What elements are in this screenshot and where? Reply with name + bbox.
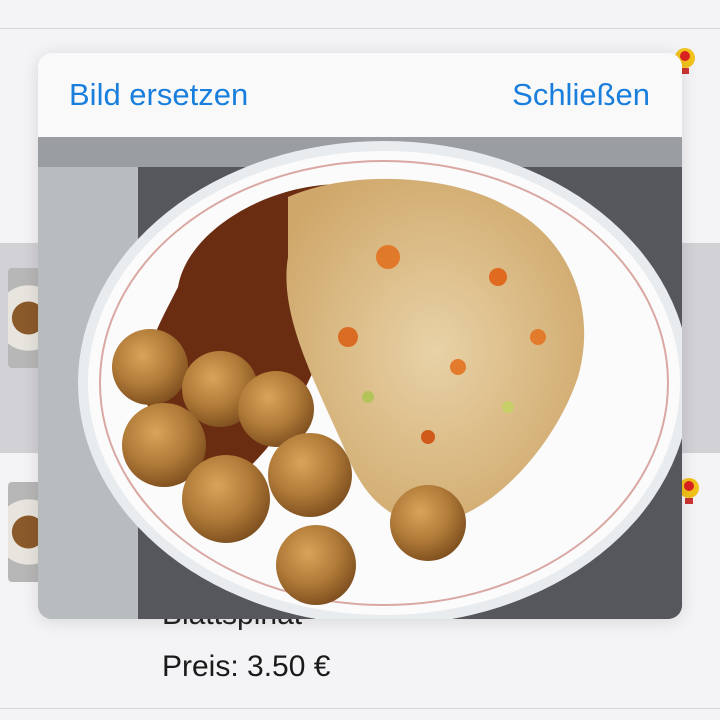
replace-image-button[interactable]: Bild ersetzen — [69, 77, 248, 113]
food-photo — [38, 137, 682, 619]
food-photo-illustration — [38, 137, 682, 619]
image-preview-modal: Bild ersetzen Schließen — [38, 53, 682, 619]
close-button[interactable]: Schließen — [512, 77, 650, 113]
dish-thumbnail[interactable] — [8, 482, 42, 582]
modal-header: Bild ersetzen Schließen — [38, 53, 682, 137]
divider — [0, 708, 720, 709]
dish-thumbnail[interactable] — [8, 268, 42, 368]
divider — [0, 28, 720, 29]
dish-price: Preis: 3.50 € — [162, 650, 331, 683]
